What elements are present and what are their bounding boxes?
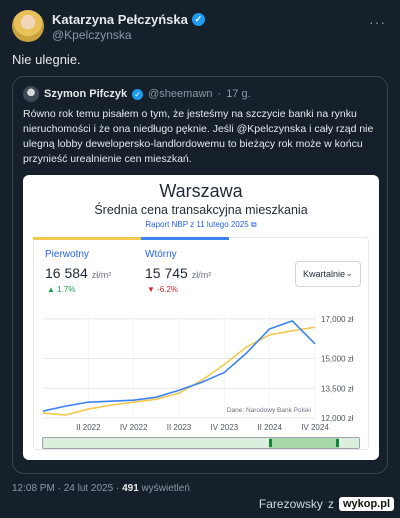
metric-unit-primary: zł/m² — [91, 270, 112, 280]
footer-user: Farezowsky — [258, 497, 323, 511]
y-tick-label: 13,500 zł — [321, 384, 354, 393]
primary-accent-bar — [33, 237, 141, 240]
quoted-tweet[interactable]: Szymon Pifczyk ✓ @sheemawn · 17 g. Równo… — [12, 76, 388, 474]
views-count: 491 — [122, 483, 139, 494]
y-tick-label: 17,000 zł — [321, 315, 354, 324]
metric-unit-secondary: zł/m² — [191, 270, 212, 280]
metric-label-secondary: Wtórny — [145, 249, 177, 260]
tweet-header: Katarzyna Pełczyńska ✓ @Kpelczynska ··· — [12, 10, 388, 44]
range-handle-left[interactable] — [269, 439, 272, 447]
x-tick-label: IV 2022 — [120, 423, 148, 432]
tweet: Katarzyna Pełczyńska ✓ @Kpelczynska ··· … — [0, 0, 400, 494]
tweet-text: Nie ulegnie. — [12, 52, 81, 67]
quoted-avatar — [23, 86, 39, 102]
line-chart: 12,000 zł 13,500 zł 15,000 zł 17,000 zł II 2… — [42, 311, 354, 432]
period-select[interactable]: Kwartalnie ⌄ — [295, 261, 361, 287]
x-tick-label: II 2023 — [167, 423, 192, 432]
quoted-tweet-header: Szymon Pifczyk ✓ @sheemawn · 17 g. — [23, 85, 251, 103]
x-tick-label: IV 2023 — [211, 423, 239, 432]
metric-value-primary: 16 584 zł/m² — [45, 265, 111, 281]
footer-z: z — [327, 497, 334, 511]
x-tick-label: IV 2024 — [301, 423, 329, 432]
range-scrollbar[interactable] — [42, 437, 360, 449]
tweet-timestamp[interactable]: 12:08 PM · 24 lut 2025 — [12, 483, 113, 494]
wykop-logo: wykop.pl — [338, 497, 394, 511]
x-tick-label: II 2024 — [257, 423, 282, 432]
metric-number-secondary: 15 745 — [145, 265, 188, 281]
chevron-down-icon: ⌄ — [345, 268, 353, 278]
quoted-time: 17 g. — [226, 88, 251, 100]
chart-subtitle: Średnia cena transakcyjna mieszkania — [94, 203, 308, 217]
x-tick-label: II 2022 — [76, 423, 101, 432]
views-label: wyświetleń — [141, 483, 190, 494]
range-handle-right[interactable] — [336, 439, 339, 447]
secondary-accent-bar — [141, 237, 229, 240]
wykop-watermark: Farezowsky z wykop.pl — [259, 497, 394, 511]
footer-bar: Farezowsky z wykop.pl — [0, 494, 400, 518]
author-handle[interactable]: @Kpelczynska — [52, 28, 132, 42]
chart-annotation: Dane: Narodowy Bank Polski — [227, 407, 311, 414]
metric-change-secondary: ▼ -6.2% — [147, 285, 179, 294]
author-display-name[interactable]: Katarzyna Pełczyńska — [52, 12, 188, 27]
more-options-icon[interactable]: ··· — [369, 14, 386, 30]
author-name-row: Katarzyna Pełczyńska ✓ — [52, 12, 205, 27]
tweet-meta: 12:08 PM · 24 lut 2025 · 491 wyświetleń — [12, 483, 190, 494]
verified-badge-icon: ✓ — [191, 13, 205, 26]
verified-badge-icon: ✓ — [132, 88, 144, 100]
chart-image-card[interactable]: Warszawa Średnia cena transakcyjna miesz… — [23, 175, 379, 460]
avatar[interactable] — [12, 10, 44, 42]
y-tick-label: 12,000 zł — [321, 414, 354, 423]
metric-value-secondary: 15 745 zł/m² — [145, 265, 211, 281]
chart-title: Warszawa — [159, 181, 243, 201]
range-selection-window[interactable] — [269, 438, 339, 448]
period-select-value: Kwartalnie — [303, 269, 346, 279]
quoted-tweet-text: Równo rok temu pisałem o tym, że jesteśm… — [23, 108, 374, 165]
source-link[interactable]: Raport NBP z 11 lutego 2025 ⧉ — [23, 220, 379, 230]
metric-label-primary: Pierwotny — [45, 249, 89, 260]
y-tick-label: 15,000 zł — [321, 355, 354, 364]
quoted-handle: @sheemawn — [148, 88, 213, 100]
metric-number-primary: 16 584 — [45, 265, 88, 281]
separator-dot: · — [217, 88, 222, 100]
quoted-display-name: Szymon Pifczyk — [44, 88, 128, 100]
metric-change-primary: ▲ 1.7% — [47, 285, 76, 294]
